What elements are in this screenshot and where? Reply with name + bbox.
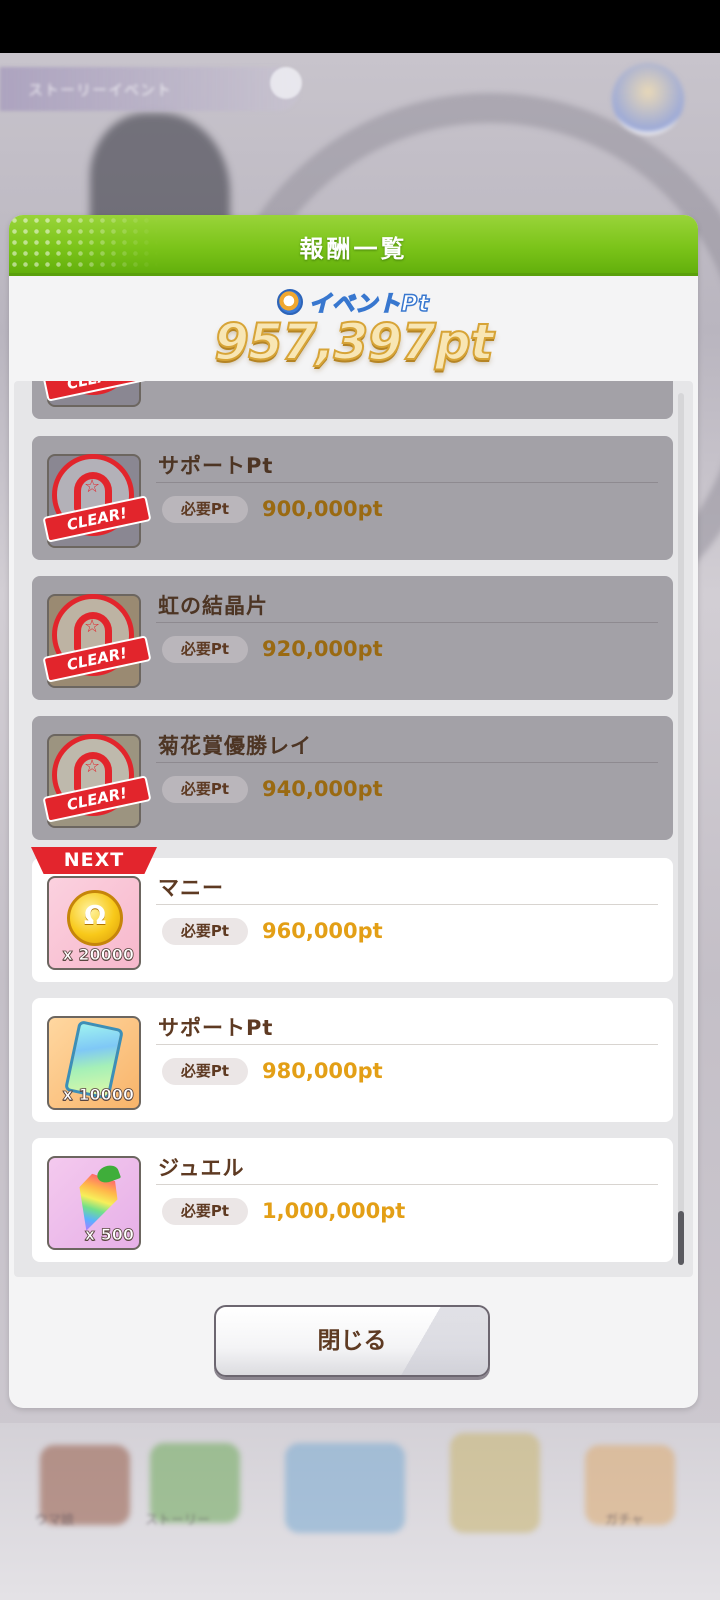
reward-name: 虹の結晶片 (158, 594, 268, 618)
close-button-label: 閉じる (317, 1328, 387, 1354)
bottom-nav-blurred: ウマ娘 ストーリー ガチャ (0, 1423, 720, 1600)
divider (156, 904, 658, 905)
modal-title: 報酬一覧 (299, 235, 408, 263)
reward-card-next: x 20000 マニー 必要Pt 960,000pt (32, 858, 673, 982)
rewards-list[interactable]: CLEAR! ☆ CLEAR! サポートPt 必要Pt 900,000pt (14, 381, 693, 1277)
nav-label-gacha: ガチャ (605, 1513, 644, 1528)
required-pt-value: 980,000pt (262, 1059, 383, 1083)
required-pt-value: 900,000pt (262, 497, 383, 521)
reward-card: x 500 ジュエル 必要Pt 1,000,000pt (32, 1138, 673, 1262)
reward-name: ジュエル (158, 1156, 245, 1180)
nav-label-character: ウマ娘 (35, 1513, 75, 1528)
event-pt-value: 957,397pt (213, 312, 494, 372)
rewards-modal: 報酬一覧 イベントPt 957,397pt CLEAR! (9, 215, 698, 1408)
reward-card: x 10000 サポートPt 必要Pt 980,000pt (32, 998, 673, 1122)
reward-card: ☆ CLEAR! 菊花賞優勝レイ 必要Pt 940,000pt (32, 716, 673, 840)
reward-card: ☆ CLEAR! サポートPt 必要Pt 900,000pt (32, 436, 673, 560)
reward-thumbnail: x 20000 (47, 876, 141, 970)
star-icon: ☆ (84, 616, 101, 637)
required-pt-badge: 必要Pt (162, 776, 248, 803)
rewards-list-inner: CLEAR! ☆ CLEAR! サポートPt 必要Pt 900,000pt (14, 381, 693, 1277)
reward-name: サポートPt (158, 454, 274, 478)
reward-card: CLEAR! (32, 381, 673, 419)
button-sheen (396, 1307, 488, 1375)
reward-name: マニー (158, 876, 224, 900)
reward-quantity: x 500 (84, 1225, 134, 1245)
clear-stamp: ☆ CLEAR! (42, 590, 152, 694)
divider (156, 762, 658, 763)
money-coin-icon (67, 890, 123, 946)
divider (156, 482, 658, 483)
reward-name: 菊花賞優勝レイ (158, 734, 312, 758)
reward-name: サポートPt (158, 1016, 274, 1040)
clear-stamp: ☆ CLEAR! (42, 450, 152, 554)
star-icon: ☆ (84, 756, 101, 777)
divider (156, 1184, 658, 1185)
event-pt-icon (277, 289, 304, 315)
required-pt-value: 940,000pt (262, 777, 383, 801)
nav-label-story: ストーリー (145, 1513, 211, 1528)
reward-quantity: x 10000 (62, 1085, 134, 1105)
required-pt-badge: 必要Pt (162, 1058, 248, 1085)
required-pt-value: 1,000,000pt (262, 1199, 406, 1223)
info-icon (270, 67, 302, 99)
required-pt-badge: 必要Pt (162, 636, 248, 663)
scrollbar-thumb[interactable] (678, 1211, 684, 1265)
status-bar (0, 0, 720, 53)
scrollbar-track[interactable] (678, 393, 684, 1265)
avatar (612, 63, 684, 135)
divider (156, 1044, 658, 1045)
required-pt-badge: 必要Pt (162, 1198, 248, 1225)
required-pt-badge: 必要Pt (162, 496, 248, 523)
reward-thumbnail: x 500 (47, 1156, 141, 1250)
clear-stamp: ☆ CLEAR! (42, 730, 152, 834)
required-pt-badge: 必要Pt (162, 918, 248, 945)
required-pt-value: 920,000pt (262, 637, 383, 661)
nav-race-icon (450, 1433, 540, 1533)
star-icon: ☆ (84, 476, 101, 497)
nav-home-icon (285, 1443, 405, 1533)
clear-stamp: CLEAR! (42, 381, 152, 413)
next-tag: NEXT (31, 847, 157, 874)
required-pt-value: 960,000pt (262, 919, 383, 943)
reward-card: ☆ CLEAR! 虹の結晶片 必要Pt 920,000pt (32, 576, 673, 700)
reward-quantity: x 20000 (62, 945, 134, 965)
modal-header: 報酬一覧 (9, 215, 698, 276)
story-event-banner-text: ストーリーイベント (28, 81, 173, 99)
divider (156, 622, 658, 623)
close-button[interactable]: 閉じる (214, 1305, 490, 1377)
reward-thumbnail: x 10000 (47, 1016, 141, 1110)
